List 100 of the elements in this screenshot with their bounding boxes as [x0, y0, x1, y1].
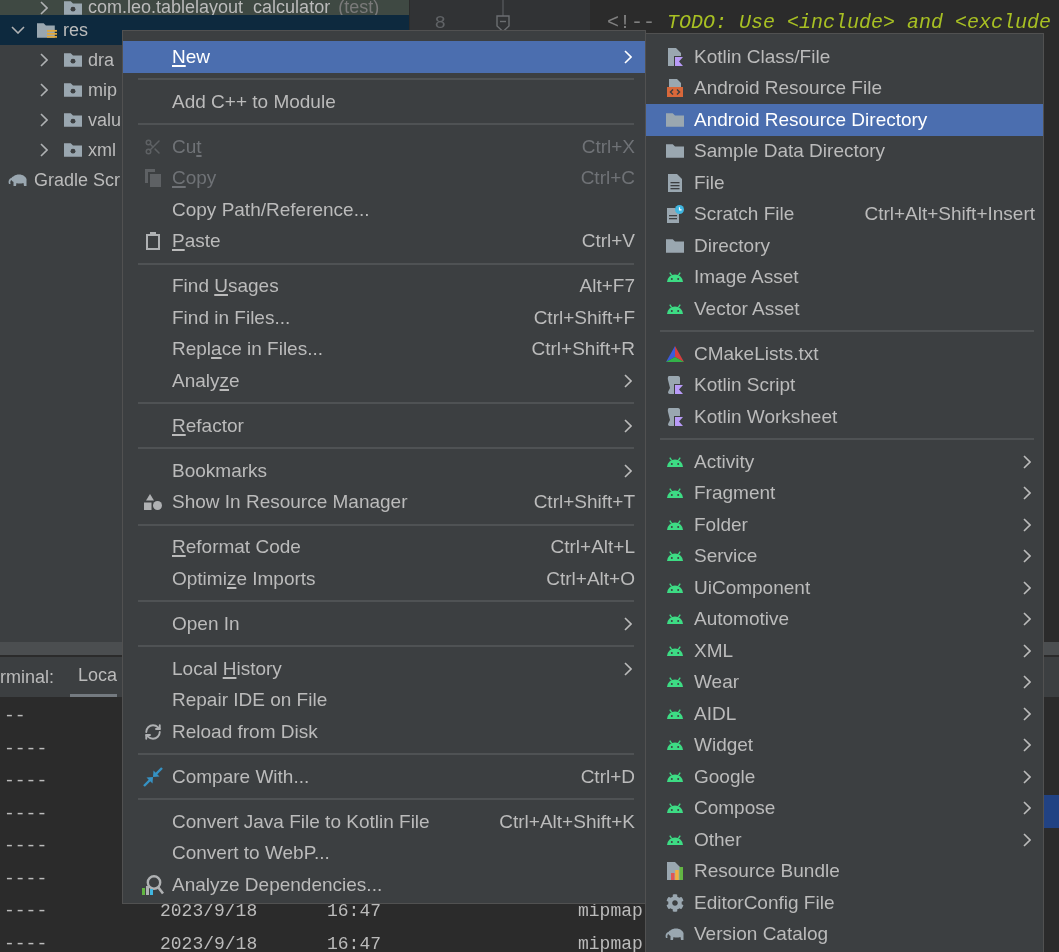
android-head-icon — [666, 614, 684, 625]
terminal-title: rminal: — [0, 665, 54, 689]
menu-item[interactable]: Replace in Files... Ctrl+Shift+R — [123, 333, 645, 365]
android-head-icon — [666, 708, 684, 719]
menu-item[interactable]: Activity — [646, 446, 1043, 478]
menu-item[interactable]: Repair IDE on File — [123, 684, 645, 716]
menu-item[interactable]: Vector Asset — [646, 293, 1043, 325]
tree-item[interactable]: dra — [0, 45, 116, 75]
terminal-text: ---- — [4, 806, 48, 821]
terminal-text: 2023/9/18 — [160, 904, 258, 919]
file-code-icon — [667, 79, 683, 98]
menu-item[interactable]: Compose — [646, 792, 1043, 824]
selection-highlight — [1044, 795, 1059, 828]
tree-item[interactable]: com.leo.tablelayout_calculator (test) — [0, 0, 382, 15]
terminal-text: 2023/9/18 — [160, 936, 258, 951]
terminal-text: 16:47 — [327, 936, 381, 951]
menu-item[interactable]: Bookmarks — [123, 455, 645, 487]
triangle-icon — [666, 345, 684, 362]
scroll-k-icon — [667, 407, 683, 426]
menu-item[interactable]: Google — [646, 761, 1043, 793]
menu-item[interactable]: CMakeLists.txt — [646, 338, 1043, 370]
menu-item[interactable]: Add C++ to Module — [123, 86, 645, 118]
fold-marker-icon — [496, 0, 510, 33]
terminal-text: ---- — [4, 871, 48, 886]
terminal-text: ---- — [4, 741, 48, 756]
folder-icon — [666, 144, 684, 159]
menu-item[interactable]: Widget — [646, 729, 1043, 761]
shortcut-text: Ctrl+Alt+Shift+K — [499, 809, 635, 834]
menu-item[interactable]: Optimize Imports Ctrl+Alt+O — [123, 563, 645, 595]
menu-item[interactable]: Copy Path/Reference... — [123, 194, 645, 226]
menu-item[interactable]: Kotlin Worksheet — [646, 401, 1043, 433]
menu-item[interactable]: File — [646, 167, 1043, 199]
android-head-icon — [666, 803, 684, 814]
menu-item[interactable]: Sample Data Directory — [646, 135, 1043, 167]
menu-item[interactable]: Refactor — [123, 410, 645, 442]
scissors-icon — [144, 137, 162, 156]
tree-item-suffix: (test) — [338, 0, 380, 15]
android-head-icon — [666, 677, 684, 688]
menu-item[interactable]: Folder — [646, 509, 1043, 541]
menu-item[interactable]: Image Asset — [646, 261, 1043, 293]
copy-icon — [145, 169, 161, 188]
android-head-icon — [666, 456, 684, 467]
menu-item[interactable]: Local History — [123, 653, 645, 685]
terminal-text: ---- — [4, 936, 48, 951]
menu-item[interactable]: Scratch File Ctrl+Alt+Shift+Insert — [646, 198, 1043, 230]
menu-item[interactable]: Convert Java File to Kotlin File Ctrl+Alt+Shift+K — [123, 806, 645, 838]
menu-item[interactable]: UiComponent — [646, 572, 1043, 604]
menu-item[interactable]: Find Usages Alt+F7 — [123, 270, 645, 302]
menu-item[interactable]: Version Catalog — [646, 918, 1043, 950]
file-k-icon — [667, 47, 683, 66]
menu-item[interactable]: Analyze Dependencies... — [123, 869, 645, 901]
menu-item[interactable]: New — [123, 41, 645, 73]
menu-item[interactable]: Android Resource Directory — [646, 104, 1043, 136]
android-head-icon — [666, 488, 684, 499]
menu-item[interactable]: Directory — [646, 230, 1043, 262]
menu-item[interactable]: Kotlin Script — [646, 369, 1043, 401]
menu-item[interactable]: Open In — [123, 608, 645, 640]
folder-icon — [64, 113, 82, 127]
terminal-text: ---- — [4, 839, 48, 854]
menu-item[interactable]: Show In Resource Manager Ctrl+Shift+T — [123, 486, 645, 518]
menu-item[interactable]: EditorConfig File — [646, 887, 1043, 919]
folder-icon — [666, 112, 684, 127]
tree-item[interactable]: valu — [0, 105, 124, 135]
terminal-text: ---- — [4, 904, 48, 919]
menu-item[interactable]: Other — [646, 824, 1043, 856]
menu-item[interactable]: Analyze — [123, 365, 645, 397]
menu-item[interactable]: Automotive — [646, 603, 1043, 635]
android-head-icon — [666, 645, 684, 656]
menu-item[interactable]: Reformat Code Ctrl+Alt+L — [123, 531, 645, 563]
android-head-icon — [666, 834, 684, 845]
shortcut-text: Ctrl+Alt+L — [550, 535, 635, 559]
folder-icon — [64, 143, 82, 157]
menu-item[interactable]: Service — [646, 540, 1043, 572]
terminal-text: ---- — [4, 774, 48, 789]
menu-item[interactable]: Reload from Disk — [123, 716, 645, 748]
menu-item[interactable]: Android Resource File — [646, 72, 1043, 104]
tree-item[interactable]: mip — [0, 75, 119, 105]
menu-item[interactable]: XML — [646, 635, 1043, 667]
tree-item[interactable]: Gradle Scr — [0, 165, 123, 195]
menu-item[interactable]: Resource Bundle — [646, 855, 1043, 887]
android-head-icon — [666, 303, 684, 314]
tree-item[interactable]: res — [0, 15, 90, 45]
menu-item[interactable]: Kotlin Class/File — [646, 41, 1043, 73]
menu-item[interactable]: Paste Ctrl+V — [123, 225, 645, 257]
menu-item[interactable]: Find in Files... Ctrl+Shift+F — [123, 302, 645, 334]
terminal-text: -- — [4, 709, 26, 724]
compare-arrows-icon — [143, 766, 163, 787]
shapes-icon — [144, 494, 162, 511]
menu-item[interactable]: Wear — [646, 666, 1043, 698]
code-line: <!-- TODO: Use <include> and <exclude — [607, 11, 1052, 35]
search-chart-icon — [142, 874, 164, 895]
menu-item[interactable]: AIDL — [646, 698, 1043, 730]
menu-item[interactable]: Compare With... Ctrl+D — [123, 761, 645, 793]
menu-item[interactable]: Fragment — [646, 477, 1043, 509]
file-bar-chart-icon — [666, 862, 684, 881]
shortcut-text: Ctrl+Alt+Shift+Insert — [864, 202, 1035, 226]
tree-item[interactable]: xml — [0, 135, 118, 165]
elephant-icon — [665, 927, 685, 942]
menu-item[interactable]: Convert to WebP... — [123, 837, 645, 869]
elephant-icon — [8, 173, 28, 187]
